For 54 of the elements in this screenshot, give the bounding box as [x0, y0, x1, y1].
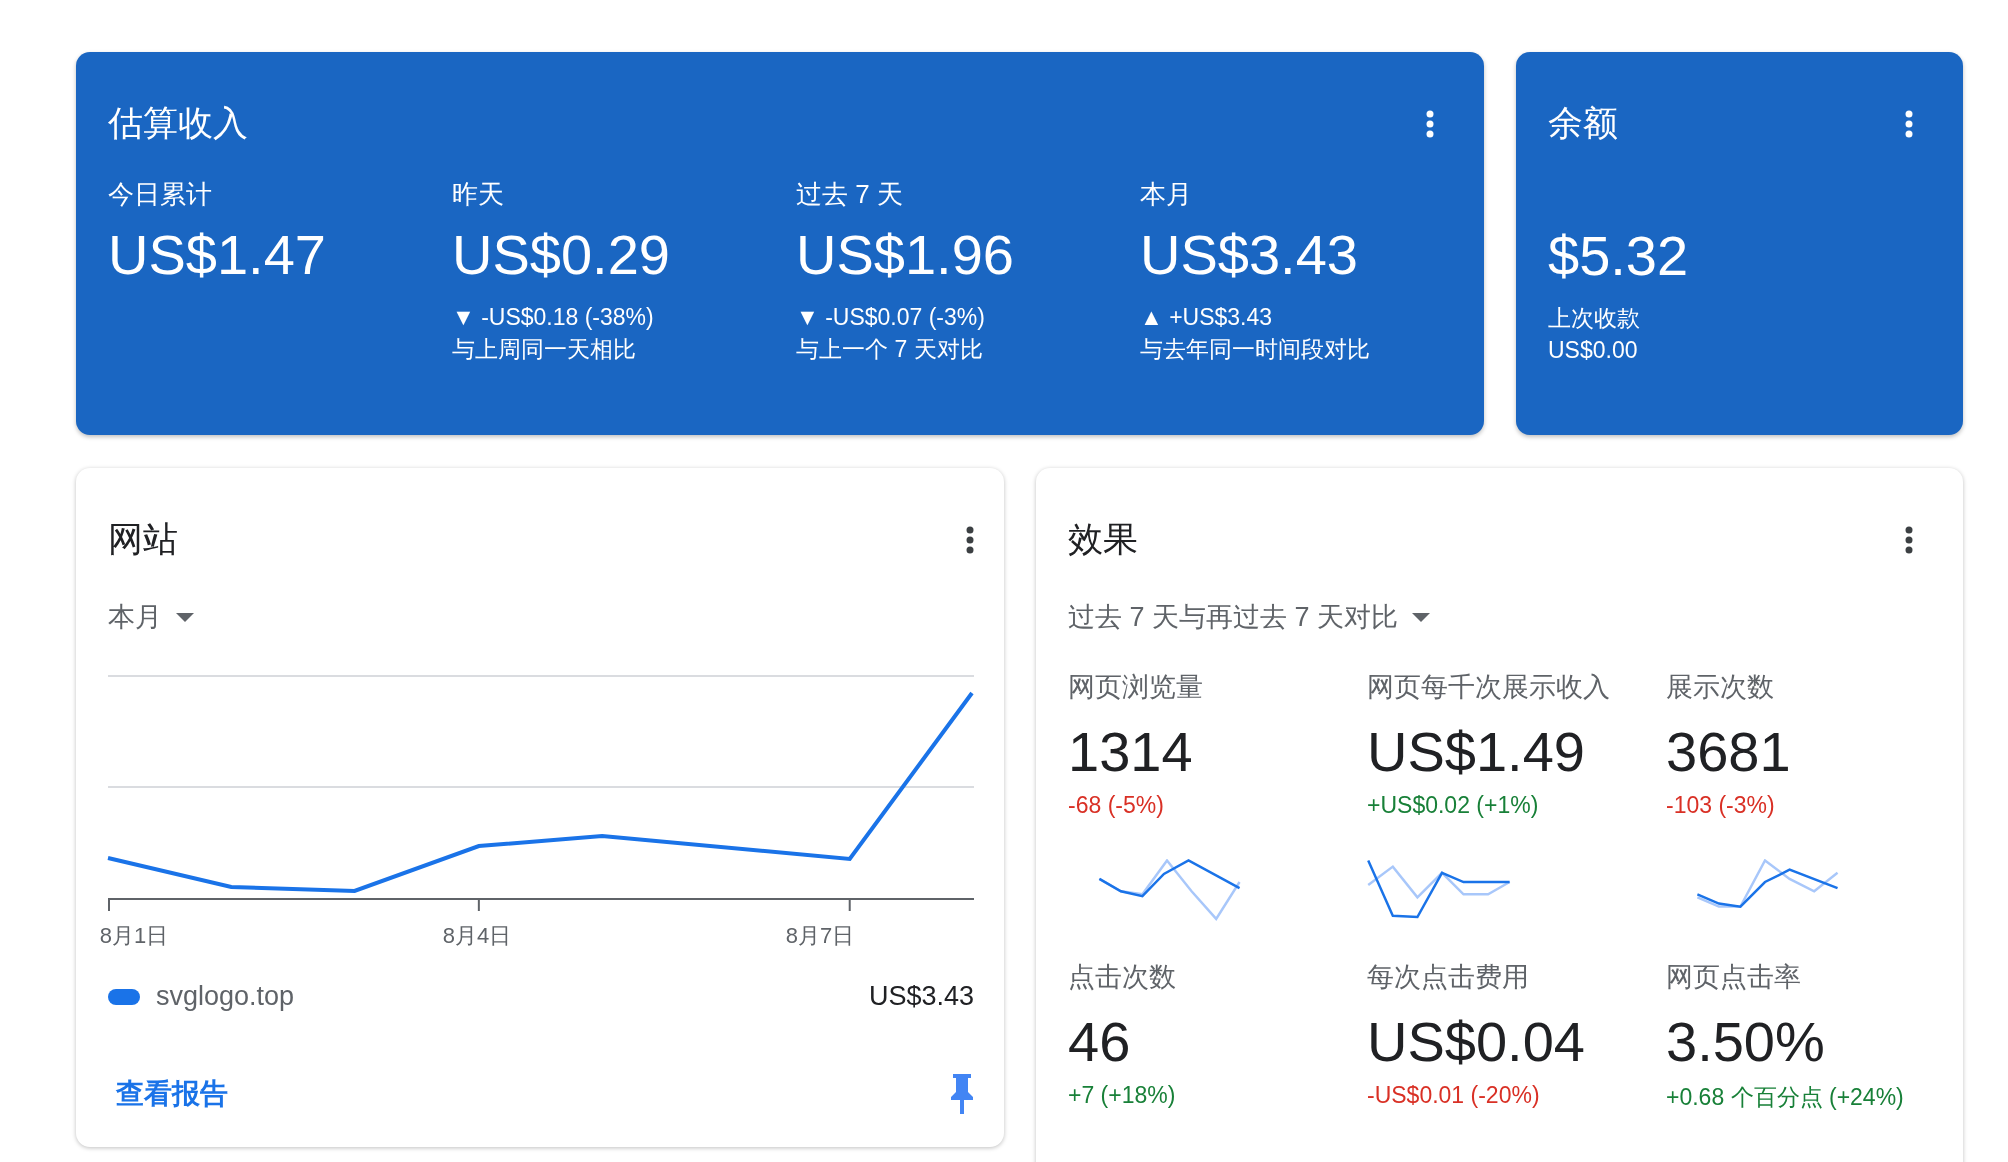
comparison-dropdown[interactable]: 过去 7 天与再过去 7 天对比: [1068, 599, 1431, 635]
earnings-value: US$1.47: [108, 222, 327, 287]
period-label: 昨天: [452, 178, 505, 211]
axis-label: 8月7日: [784, 922, 856, 950]
change-text: ▼ -US$0.18 (-38%): [452, 303, 655, 332]
view-report-link[interactable]: 查看报告: [116, 1075, 228, 1113]
metric-change: +US$0.02 (+1%): [1367, 792, 1540, 819]
metric-value: 1314: [1068, 719, 1194, 784]
metric-value: US$0.04: [1367, 1009, 1586, 1074]
caret-icon: [1412, 612, 1431, 622]
metric-change: +7 (+18%): [1068, 1082, 1177, 1109]
earnings-value: US$3.43: [1140, 222, 1359, 287]
change-text: ▼ -US$0.07 (-3%): [796, 303, 986, 332]
last-payment-label: 上次收款: [1548, 304, 1641, 333]
comparison-text: 与上周同一天相比: [452, 335, 637, 364]
metric-change: -103 (-3%): [1666, 792, 1776, 819]
change-text: ▲ +US$3.43: [1140, 303, 1274, 332]
card-title: 效果: [1068, 518, 1138, 560]
metric-value: 3.50%: [1666, 1009, 1826, 1074]
more-options-icon[interactable]: [1905, 108, 1913, 139]
site-earnings: US$3.43: [868, 981, 974, 1012]
metric-label: 网页点击率: [1666, 961, 1802, 994]
metric-label: 点击次数: [1068, 961, 1177, 994]
metric-label: 网页每千次展示收入: [1367, 671, 1611, 704]
earnings-value: US$1.96: [796, 222, 1015, 287]
period-label: 过去 7 天: [796, 178, 904, 211]
card-title: 估算收入: [108, 102, 248, 144]
metric-value: US$1.49: [1367, 719, 1586, 784]
caret-icon: [176, 612, 194, 622]
period-label: 本月: [1140, 178, 1193, 211]
metric-label: 每次点击费用: [1367, 961, 1530, 994]
period-dropdown[interactable]: 本月: [108, 599, 194, 635]
card-title: 余额: [1548, 102, 1618, 144]
period-label: 今日累计: [108, 178, 213, 211]
comparison-text: 与去年同一时间段对比: [1140, 335, 1371, 364]
metric-label: 展示次数: [1666, 671, 1775, 704]
more-options-icon[interactable]: [1905, 524, 1913, 555]
comparison-text: 与上一个 7 天对比: [796, 335, 984, 364]
metric-change: -US$0.01 (-20%): [1367, 1082, 1541, 1109]
axis-label: 8月4日: [441, 922, 513, 950]
metric-value: 3681: [1666, 719, 1792, 784]
card-title: 网站: [108, 518, 178, 560]
more-options-icon[interactable]: [966, 524, 974, 555]
metric-label: 网页浏览量: [1068, 671, 1204, 704]
last-payment-value: US$0.00: [1548, 336, 1639, 365]
more-options-icon[interactable]: [1426, 108, 1434, 139]
metric-change: +0.68 个百分点 (+24%): [1666, 1083, 1905, 1112]
axis-label: 8月1日: [98, 922, 170, 950]
site-name: svglogo.top: [156, 981, 296, 1012]
earnings-value: US$0.29: [452, 222, 671, 287]
metric-change: -68 (-5%): [1068, 792, 1165, 819]
metric-value: 46: [1068, 1009, 1132, 1074]
pin-icon[interactable]: [950, 1074, 974, 1114]
balance-value: $5.32: [1548, 223, 1690, 288]
